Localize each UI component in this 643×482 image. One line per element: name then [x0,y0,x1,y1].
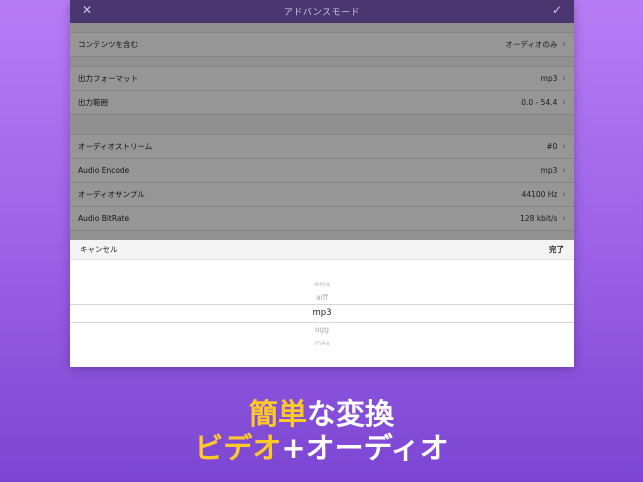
close-icon[interactable]: ✕ [82,3,92,17]
setting-row-range[interactable]: 出力範囲 0.0 - 54.4 › [70,91,574,115]
picker-option[interactable]: m4a [70,339,574,347]
setting-value: mp3 [540,74,558,83]
setting-row-format[interactable]: 出力フォーマット mp3 › [70,67,574,91]
app-window: ✕ アドバンスモード ✓ コンテンツを含む オーディオのみ › 出力フォーマット… [70,0,574,367]
setting-row-audio-sample[interactable]: オーディオサンプル 44100 Hz › [70,183,574,207]
setting-row-audio-encode[interactable]: Audio Encode mp3 › [70,159,574,183]
picker-toolbar: キャンセル 完了 [70,240,574,260]
setting-label: Audio Encode [78,166,130,175]
chevron-right-icon: › [562,189,566,200]
setting-label: コンテンツを含む [78,40,138,49]
done-button[interactable]: 完了 [549,244,564,255]
setting-value: 44100 Hz [521,190,558,199]
section-spacer [70,57,574,67]
chevron-right-icon: › [562,165,566,176]
chevron-right-icon: › [562,97,566,108]
chevron-right-icon: › [562,213,566,224]
setting-label: オーディオストリーム [78,142,153,151]
picker-option[interactable]: wma [70,280,574,288]
check-icon[interactable]: ✓ [552,3,562,17]
picker-option[interactable]: aiff [70,293,574,302]
setting-value: 0.0 - 54.4 [521,98,558,107]
setting-row-audio-stream[interactable]: オーディオストリーム #0 › [70,135,574,159]
section-spacer [70,115,574,135]
setting-value: 128 kbit/s [520,214,558,223]
format-picker: キャンセル 完了 wma aiff mp3 ogg m4a [70,240,574,367]
page-title: アドバンスモード [283,8,361,18]
caption-line-2: ビデオ+オーディオ [0,425,643,467]
cancel-button[interactable]: キャンセル [80,244,118,255]
setting-label: オーディオサンプル [78,190,145,199]
picker-wheel[interactable]: wma aiff mp3 ogg m4a [70,260,574,367]
setting-label: Audio BitRate [78,214,130,223]
caption-text: +オーディオ [281,431,449,465]
navigation-bar: ✕ アドバンスモード ✓ [70,0,574,23]
section-spacer [70,23,574,33]
settings-list: コンテンツを含む オーディオのみ › 出力フォーマット mp3 › 出力範囲 0… [70,23,574,263]
setting-label: 出力範囲 [78,98,108,107]
chevron-right-icon: › [562,39,566,50]
caption-highlight: ビデオ [194,431,282,465]
chevron-right-icon: › [562,73,566,84]
chevron-right-icon: › [562,141,566,152]
setting-value: mp3 [540,166,558,175]
setting-value: オーディオのみ [505,40,558,49]
setting-row-content[interactable]: コンテンツを含む オーディオのみ › [70,33,574,57]
picker-option[interactable]: ogg [70,325,574,334]
setting-value: #0 [546,142,558,151]
setting-label: 出力フォーマット [78,74,138,83]
setting-row-audio-bitrate[interactable]: Audio BitRate 128 kbit/s › [70,207,574,231]
picker-option-selected[interactable]: mp3 [70,308,574,318]
